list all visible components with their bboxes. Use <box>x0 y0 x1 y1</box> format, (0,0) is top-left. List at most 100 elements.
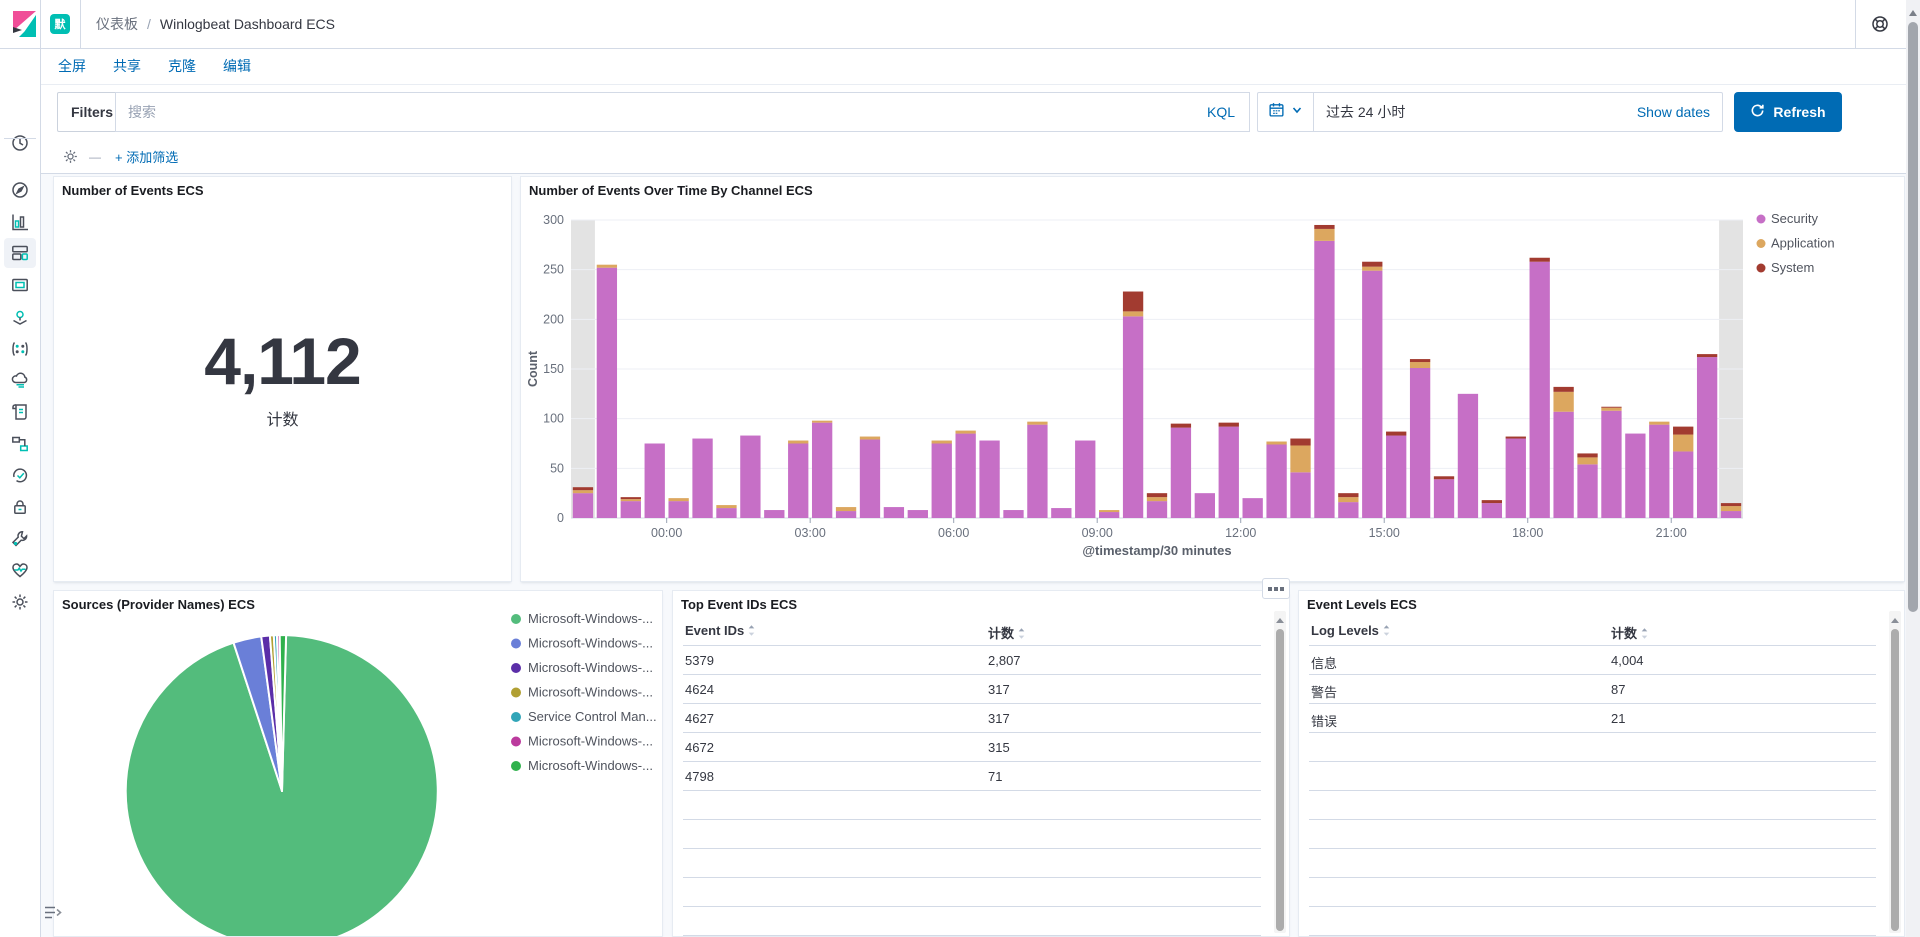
menu-clone[interactable]: 克隆 <box>168 56 196 76</box>
nav-security-icon[interactable] <box>4 492 36 522</box>
expand-nav-icon[interactable] <box>44 905 63 926</box>
help-menu-icon[interactable] <box>1870 14 1890 39</box>
pie-chart[interactable]: Microsoft-Windows-... Microsoft-Windows-.… <box>54 591 662 936</box>
calendar-icon[interactable] <box>1268 101 1285 123</box>
search-input[interactable]: 搜索 KQL <box>115 92 1250 132</box>
divider <box>40 0 41 48</box>
date-picker[interactable]: 过去 24 小时 Show dates <box>1257 92 1723 132</box>
breadcrumb-current-page: Winlogbeat Dashboard ECS <box>159 16 335 32</box>
nav-visualize-icon[interactable] <box>4 207 36 237</box>
svg-text:00:00: 00:00 <box>651 526 682 540</box>
top-bar: 默 仪表板 / Winlogbeat Dashboard ECS <box>0 0 1920 49</box>
scroll-up-arrow-icon <box>1276 614 1284 623</box>
svg-text:Microsoft-Windows-...: Microsoft-Windows-... <box>528 685 653 700</box>
svg-text:@timestamp/30 minutes: @timestamp/30 minutes <box>1082 543 1231 558</box>
table-empty-row <box>1309 733 1876 762</box>
table-empty-row <box>683 791 1261 820</box>
panel-event-levels[interactable]: Event Levels ECS Log Levels 计数 信息 4,004 警告 87… <box>1298 590 1905 937</box>
event-ids-table: Event IDs 计数 5379 2,807 4624 317 4627 317 4672 31… <box>683 619 1261 936</box>
svg-text:System: System <box>1771 260 1814 275</box>
svg-text:15:00: 15:00 <box>1369 526 1400 540</box>
nav-canvas-icon[interactable] <box>4 270 36 300</box>
panel-title: Sources (Provider Names) ECS <box>62 597 255 612</box>
kql-syntax-button[interactable]: KQL <box>1207 104 1235 120</box>
table-row[interactable]: 警告 87 <box>1309 675 1876 704</box>
nav-discover-icon[interactable] <box>4 175 36 205</box>
nav-uptime-icon[interactable] <box>4 460 36 490</box>
table-empty-row <box>1309 762 1876 791</box>
table-row[interactable]: 4624 317 <box>683 675 1261 704</box>
svg-text:50: 50 <box>550 461 564 475</box>
nav-monitoring-icon[interactable] <box>4 555 36 585</box>
svg-text:150: 150 <box>543 362 564 376</box>
svg-text:100: 100 <box>543 412 564 426</box>
menu-edit[interactable]: 编辑 <box>223 56 251 76</box>
nav-logs-icon[interactable] <box>4 365 36 395</box>
table-row[interactable]: 5379 2,807 <box>683 646 1261 675</box>
filter-bar: — + 添加筛选 <box>41 140 1920 174</box>
table-empty-row <box>1309 849 1876 878</box>
nav-devtools-icon[interactable] <box>4 524 36 554</box>
space-badge[interactable]: 默 <box>50 14 70 34</box>
nav-journal-icon[interactable] <box>4 397 36 427</box>
table-row[interactable]: 4798 71 <box>683 762 1261 791</box>
table-row[interactable]: 信息 4,004 <box>1309 646 1876 675</box>
menu-fullscreen[interactable]: 全屏 <box>58 56 86 76</box>
nav-management-icon[interactable] <box>4 587 36 617</box>
table-empty-row <box>1309 791 1876 820</box>
table-row[interactable]: 错误 21 <box>1309 704 1876 733</box>
table-row[interactable]: 4627 317 <box>683 704 1261 733</box>
panel-top-event-ids[interactable]: Top Event IDs ECS Event IDs 计数 5379 2,807 46… <box>672 590 1290 937</box>
breadcrumb-dashboards[interactable]: 仪表板 <box>96 14 138 34</box>
kibana-logo-icon[interactable] <box>11 10 38 43</box>
svg-text:Microsoft-Windows-...: Microsoft-Windows-... <box>528 660 653 675</box>
svg-text:Count: Count <box>526 350 540 387</box>
page-scrollbar[interactable] <box>1906 0 1920 937</box>
svg-text:300: 300 <box>543 213 564 227</box>
svg-text:09:00: 09:00 <box>1082 526 1113 540</box>
svg-text:Microsoft-Windows-...: Microsoft-Windows-... <box>528 611 653 626</box>
metric-value: 4,112 <box>204 324 362 398</box>
svg-text:06:00: 06:00 <box>938 526 969 540</box>
table-empty-row <box>683 907 1261 936</box>
menu-share[interactable]: 共享 <box>113 56 141 76</box>
table-empty-row <box>1309 878 1876 907</box>
scrollbar-thumb <box>1891 629 1899 931</box>
column-header-count[interactable]: 计数 <box>988 623 1026 643</box>
panel-scrollbar[interactable] <box>1274 611 1286 933</box>
nav-dashboard-icon[interactable] <box>4 238 36 269</box>
svg-text:18:00: 18:00 <box>1512 526 1543 540</box>
refresh-icon <box>1750 103 1765 121</box>
table-empty-row <box>1309 820 1876 849</box>
panel-title: Top Event IDs ECS <box>681 597 798 612</box>
chevron-down-icon <box>1291 103 1303 121</box>
filter-settings-gear-icon[interactable] <box>62 148 79 165</box>
nav-divider <box>4 138 36 139</box>
divider <box>1855 0 1856 48</box>
panel-number-of-events[interactable]: Number of Events ECS 4,112 计数 <box>53 176 512 582</box>
panel-title: Number of Events ECS <box>62 183 204 198</box>
nav-recent-icon[interactable] <box>4 128 36 158</box>
event-levels-table: Log Levels 计数信息 4,004 警告 87 错误 21 <box>1309 619 1876 936</box>
filter-bar-dash: — <box>89 149 101 164</box>
column-header-key[interactable]: Log Levels <box>1311 623 1391 640</box>
panel-sources-pie[interactable]: Sources (Provider Names) ECS Microsoft-W… <box>53 590 663 937</box>
svg-text:Application: Application <box>1771 236 1835 251</box>
panel-options-button[interactable] <box>1262 578 1290 599</box>
show-dates-button[interactable]: Show dates <box>1637 104 1710 120</box>
time-range-value[interactable]: 过去 24 小时 <box>1326 102 1637 122</box>
stacked-bar-chart[interactable]: 0 50 100 150 200 250 300 00:00 03:00 06:00 09:00 12… <box>521 177 1904 581</box>
table-empty-row <box>683 849 1261 878</box>
panel-scrollbar[interactable] <box>1889 611 1901 933</box>
table-row[interactable]: 4672 315 <box>683 733 1261 762</box>
column-header-count[interactable]: 计数 <box>1611 623 1649 643</box>
column-header-key[interactable]: Event IDs <box>685 623 756 640</box>
nav-maps-icon[interactable] <box>4 302 36 332</box>
add-filter-link[interactable]: + 添加筛选 <box>115 147 178 166</box>
panel-events-over-time[interactable]: Number of Events Over Time By Channel EC… <box>520 176 1905 582</box>
nav-machine-learning-icon[interactable] <box>4 334 36 364</box>
svg-text:Security: Security <box>1771 211 1818 226</box>
refresh-button[interactable]: Refresh <box>1734 92 1842 132</box>
nav-apm-icon[interactable] <box>4 429 36 459</box>
svg-text:Microsoft-Windows-...: Microsoft-Windows-... <box>528 758 653 773</box>
